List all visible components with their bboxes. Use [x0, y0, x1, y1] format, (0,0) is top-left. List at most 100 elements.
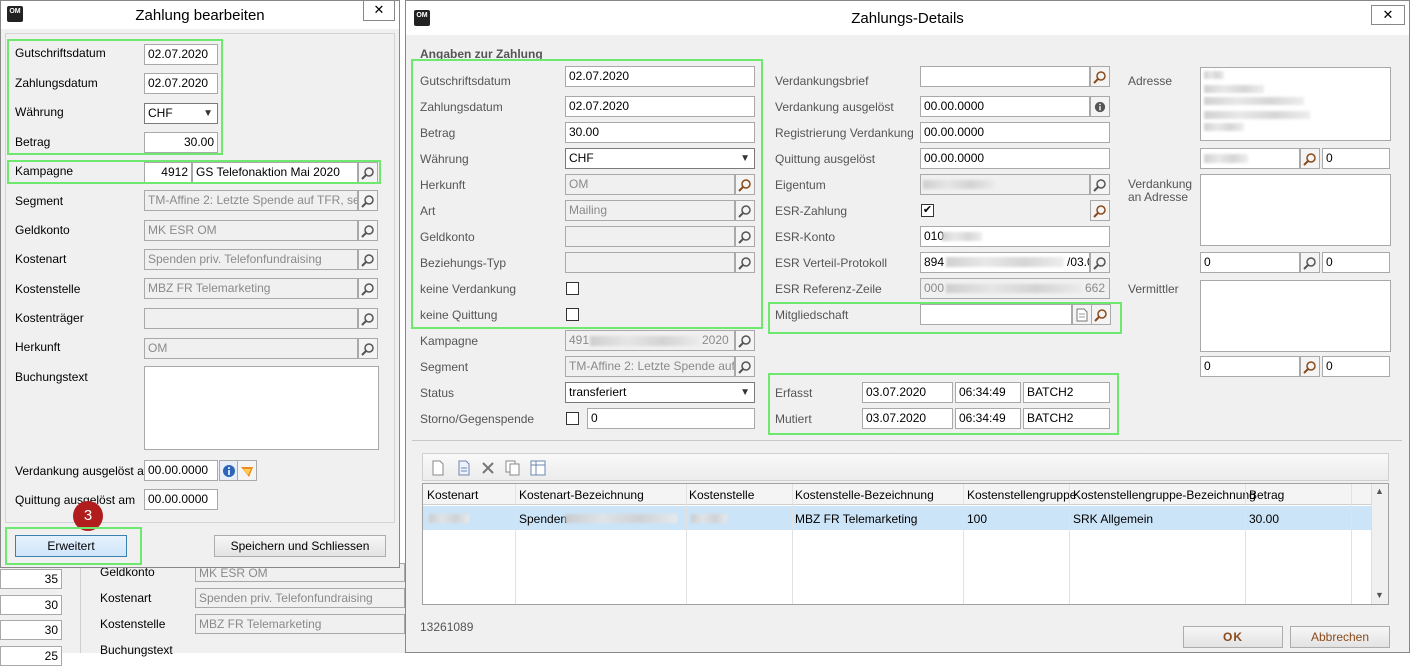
herkunft-input[interactable]: OM [144, 338, 358, 359]
geldkonto-input[interactable] [565, 226, 735, 247]
ok-button[interactable]: OK [1183, 626, 1283, 648]
bg-value-2[interactable]: 30 [0, 595, 62, 615]
eigentum-search-button[interactable] [1090, 174, 1110, 195]
geldkonto-search-button[interactable] [735, 226, 755, 247]
mutiert-zeit[interactable]: 06:34:49 [955, 408, 1021, 429]
geldkonto-search-button[interactable] [358, 220, 378, 241]
beziehungstyp-search-button[interactable] [735, 252, 755, 273]
vertical-scrollbar[interactable]: ▲ ▼ [1371, 484, 1388, 604]
gutschriftsdatum-input[interactable]: 02.07.2020 [565, 66, 755, 87]
adresse-search-button[interactable] [1300, 148, 1320, 169]
verdankung-adresse-search-button[interactable] [1300, 252, 1320, 273]
gutschriftsdatum-input[interactable]: 02.07.2020 [144, 44, 218, 65]
col-kostenstelle-bezeichnung[interactable]: Kostenstelle-Bezeichnung [795, 488, 934, 502]
kostenstelle-search-button[interactable] [358, 278, 378, 299]
quittung-input[interactable]: 00.00.0000 [920, 148, 1110, 169]
kostenart-search-button[interactable] [358, 249, 378, 270]
mitgliedschaft-search-button[interactable] [1091, 304, 1111, 325]
herkunft-input[interactable]: OM [565, 174, 735, 195]
esr-protokoll-search-button[interactable] [1090, 252, 1110, 273]
art-search-button[interactable] [735, 200, 755, 221]
verdankungsbrief-input[interactable] [920, 66, 1090, 87]
kostenstelle-input[interactable]: MBZ FR Telemarketing [144, 278, 358, 299]
storno-checkbox[interactable] [566, 412, 579, 425]
columns-button[interactable] [530, 460, 546, 476]
vermittler-input[interactable]: 0 [1200, 356, 1300, 377]
esr-zahlung-search-button[interactable] [1090, 200, 1110, 221]
kostentraeger-input[interactable] [144, 308, 358, 329]
scroll-down-icon[interactable]: ▼ [1375, 590, 1384, 600]
betrag-input[interactable]: 30.00 [144, 132, 218, 153]
segment-input[interactable]: TM-Affine 2: Letzte Spende auf [565, 356, 735, 377]
erweitert-button[interactable]: Erweitert [15, 535, 127, 557]
erfasst-datum[interactable]: 03.07.2020 [862, 382, 953, 403]
mitgliedschaft-input[interactable] [920, 304, 1072, 325]
segment-search-button[interactable] [358, 190, 378, 211]
erfasst-zeit[interactable]: 06:34:49 [955, 382, 1021, 403]
col-kostenstelle[interactable]: Kostenstelle [689, 488, 754, 502]
new-button[interactable] [431, 460, 445, 476]
geldkonto-input[interactable]: MK ESR OM [144, 220, 358, 241]
kampagne-nr-input[interactable]: 4912 [144, 162, 192, 183]
verdankung-ausgeloest-input[interactable]: 00.00.0000 [920, 96, 1090, 117]
col-kostenart[interactable]: Kostenart [427, 488, 478, 502]
verdankung-adresse-input[interactable]: 0 [1200, 252, 1300, 273]
kostentraeger-search-button[interactable] [358, 308, 378, 329]
verdankung-adresse-nr-input[interactable]: 0 [1322, 252, 1390, 273]
bg-value-4[interactable]: 25 [0, 646, 62, 666]
waehrung-select[interactable]: CHF ▼ [565, 148, 755, 169]
segment-search-button[interactable] [735, 356, 755, 377]
adresse-nr-input[interactable]: 0 [1322, 148, 1390, 169]
verdankung-input[interactable]: 00.00.0000 [144, 460, 218, 481]
storno-input[interactable]: 0 [587, 408, 755, 429]
registrierung-input[interactable]: 00.00.0000 [920, 122, 1110, 143]
mutiert-user[interactable]: BATCH2 [1023, 408, 1110, 429]
verdankungsbrief-search-button[interactable] [1090, 66, 1110, 87]
scroll-up-icon[interactable]: ▲ [1375, 486, 1384, 496]
kostenart-input[interactable]: Spenden priv. Telefonfundraising [144, 249, 358, 270]
vermittler-nr-input[interactable]: 0 [1322, 356, 1390, 377]
save-and-close-button[interactable]: Speichern und Schliessen [214, 535, 386, 557]
delete-button[interactable] [481, 461, 495, 475]
col-kostenart-bezeichnung[interactable]: Kostenart-Bezeichnung [519, 488, 644, 502]
betrag-input[interactable]: 30.00 [565, 122, 755, 143]
kampagne-search-button[interactable] [735, 330, 755, 351]
herkunft-search-button[interactable] [735, 174, 755, 195]
buchungstext-textarea[interactable] [144, 366, 379, 450]
keine-verdankung-checkbox[interactable] [566, 282, 579, 295]
segment-input[interactable]: TM-Affine 2: Letzte Spende auf TFR, seit… [144, 190, 358, 211]
close-button[interactable]: ✕ [363, 1, 395, 21]
waehrung-select[interactable]: CHF ▼ [144, 103, 218, 124]
kampagne-name-input[interactable]: GS Telefonaktion Mai 2020 [192, 162, 358, 183]
close-button[interactable]: ✕ [1371, 5, 1405, 25]
bg-field-kostenstelle[interactable]: MBZ FR Telemarketing [195, 614, 405, 634]
copy-button[interactable] [505, 460, 521, 476]
edit-button[interactable] [457, 460, 471, 476]
cancel-button[interactable]: Abbrechen [1290, 626, 1390, 648]
status-select[interactable]: transferiert ▼ [565, 382, 755, 403]
zahlungsdatum-input[interactable]: 02.07.2020 [144, 73, 218, 94]
beziehungstyp-input[interactable] [565, 252, 735, 273]
bg-value-1[interactable]: 35 [0, 569, 62, 589]
herkunft-search-button[interactable] [358, 338, 378, 359]
quittung-input[interactable]: 00.00.0000 [144, 489, 218, 510]
col-betrag[interactable]: Betrag [1249, 488, 1284, 502]
send-button[interactable] [237, 460, 257, 481]
bg-field-kostenart[interactable]: Spenden priv. Telefonfundraising [195, 588, 405, 608]
keine-quittung-checkbox[interactable] [566, 308, 579, 321]
col-kostenstellengruppe[interactable]: Kostenstellengruppe [967, 488, 1076, 502]
kampagne-search-button[interactable] [358, 162, 378, 183]
mutiert-datum[interactable]: 03.07.2020 [862, 408, 953, 429]
info-button[interactable] [219, 460, 239, 481]
art-input[interactable]: Mailing [565, 200, 735, 221]
verdankung-info-button[interactable] [1090, 96, 1110, 117]
col-kostenstellengruppe-bezeichnung[interactable]: Kostenstellengruppe-Bezeichnung [1073, 488, 1256, 502]
vermittler-search-button[interactable] [1300, 356, 1320, 377]
kampagne-input[interactable]: 491 2020 [565, 330, 735, 351]
zahlungsdatum-input[interactable]: 02.07.2020 [565, 96, 755, 117]
esr-zahlung-checkbox[interactable]: ✔ [921, 204, 934, 217]
bg-value-3[interactable]: 30 [0, 620, 62, 640]
table-row[interactable]: Spenden MBZ FR Telemarketing 100 SRK All… [423, 506, 1371, 530]
erfasst-user[interactable]: BATCH2 [1023, 382, 1110, 403]
mitgliedschaft-doc-button[interactable] [1072, 304, 1092, 325]
